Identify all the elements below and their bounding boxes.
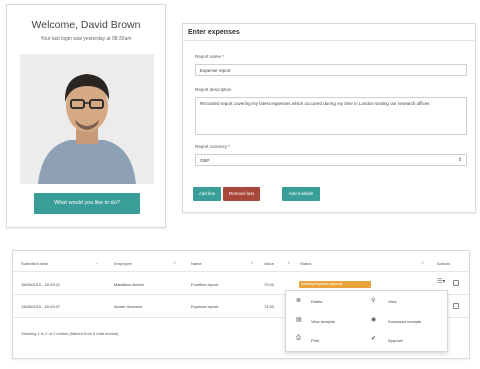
- welcome-card: Welcome, David Brown Your last login was…: [6, 4, 166, 228]
- sort-icon[interactable]: ⌄: [95, 260, 98, 265]
- report-name-label-text: Report name: [195, 54, 222, 59]
- x-circle-icon: ⊗: [296, 298, 302, 304]
- table-info-text: Showing 1 to 2 of 2 entries (filtered fr…: [21, 331, 119, 336]
- required-marker: *: [222, 54, 225, 59]
- last-login-text: Your last login was yesterday at 08:32am: [40, 36, 132, 42]
- actions-dropdown: ⊗ Delete ⚲ View ▤ View receipts ◉ Downlo…: [285, 290, 448, 352]
- enter-expenses-title: Enter expenses: [183, 24, 475, 41]
- add-multiple-button[interactable]: Add multiple: [282, 187, 320, 201]
- magnifier-icon: ⚲: [371, 298, 376, 304]
- sort-icon[interactable]: ⇕: [287, 260, 290, 265]
- row2-date: 13/05/2015 - 20:43:37: [21, 304, 61, 309]
- menu-item-delete[interactable]: Delete: [311, 299, 323, 304]
- row2-name: Expense report: [191, 304, 219, 309]
- header-divider: [13, 271, 469, 272]
- menu-item-view[interactable]: View: [388, 299, 397, 304]
- report-currency-label: Report currency *: [195, 144, 230, 149]
- menu-item-print[interactable]: Print: [311, 338, 319, 343]
- receipt-icon: ▤: [296, 317, 302, 323]
- menu-item-view-receipts[interactable]: View receipts: [311, 319, 335, 324]
- sort-icon[interactable]: ⇕: [421, 260, 424, 265]
- report-description-textarea[interactable]: Recorded report covering my latest expen…: [195, 97, 467, 135]
- menu-item-approve[interactable]: Approve: [388, 338, 403, 343]
- what-would-you-like-button[interactable]: What would you like to do?: [34, 193, 140, 214]
- col-name[interactable]: Name: [191, 261, 202, 266]
- col-employee[interactable]: Employee: [114, 261, 132, 266]
- report-name-input[interactable]: Expense report: [195, 64, 467, 76]
- row1-value: 70.00: [264, 282, 275, 287]
- col-status[interactable]: Status: [300, 261, 311, 266]
- report-currency-label-text: Report currency: [195, 144, 228, 149]
- row2-value: 74.50: [264, 304, 275, 309]
- add-line-button[interactable]: Add line: [193, 187, 221, 201]
- report-currency-select[interactable]: GBP ⇕: [195, 154, 467, 166]
- col-value[interactable]: Value: [264, 261, 274, 266]
- menu-item-download-receipts[interactable]: Download receipts: [388, 319, 421, 324]
- col-actions: Actions: [437, 261, 451, 266]
- row1-name: Frontline report: [191, 282, 219, 287]
- report-name-label: Report name *: [195, 54, 224, 59]
- sort-icon[interactable]: ⇕: [173, 260, 176, 265]
- remove-last-button[interactable]: Remove last: [223, 187, 260, 201]
- enter-expenses-card: Enter expenses Report name * Expense rep…: [182, 23, 476, 213]
- required-marker: *: [228, 144, 231, 149]
- sort-icon[interactable]: ⇕: [250, 260, 253, 265]
- checkmark-icon: ✔: [371, 336, 377, 342]
- row2-checkbox[interactable]: [453, 303, 459, 309]
- eye-icon: ◉: [371, 317, 377, 323]
- actions-menu-icon[interactable]: ☰▾: [437, 278, 445, 285]
- row1-date: 15/05/2015 - 20:43:21: [21, 282, 61, 287]
- user-portrait-icon: [20, 54, 154, 184]
- row2-employee: Aimee Hancock: [114, 304, 143, 309]
- row1-employee: Maddison Archer: [114, 282, 145, 287]
- col-submitted-date[interactable]: Submitted date: [21, 261, 48, 266]
- report-description-label: Report description: [195, 87, 232, 92]
- status-badge: Awaiting employee approval: [299, 281, 371, 288]
- currency-value: GBP: [200, 158, 210, 163]
- select-caret-icon: ⇕: [457, 157, 462, 163]
- row1-checkbox[interactable]: [453, 280, 459, 286]
- printer-icon: ⎙: [296, 335, 301, 341]
- user-photo: [20, 54, 154, 184]
- welcome-title: Welcome, David Brown: [31, 19, 141, 31]
